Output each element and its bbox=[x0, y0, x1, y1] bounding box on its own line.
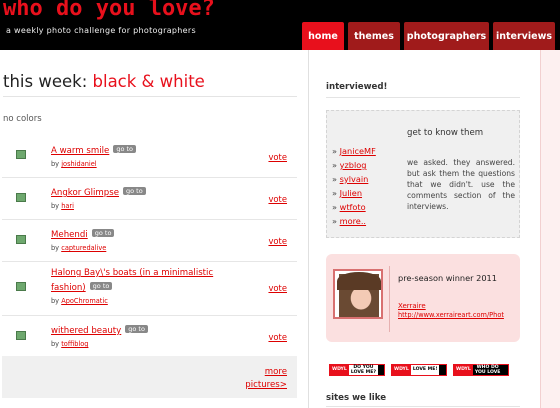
entry-byline: by capturedalive bbox=[51, 244, 107, 252]
winner-url-link[interactable]: http://www.xerraireart.com/Phot bbox=[398, 311, 516, 319]
list-item: » Julien bbox=[332, 188, 363, 198]
badge-love-me[interactable]: WDYL LOVE ME! bbox=[391, 364, 447, 376]
author-link[interactable]: hari bbox=[61, 202, 74, 210]
vote-link[interactable]: vote bbox=[268, 152, 287, 162]
heading-divider bbox=[3, 96, 297, 97]
more-pictures-box: more pictures> bbox=[2, 356, 297, 398]
site-header: who do you love? a weekly photo challeng… bbox=[0, 0, 560, 50]
list-item: » sylvain bbox=[332, 174, 369, 184]
tab-home[interactable]: home bbox=[302, 22, 344, 50]
list-item: » yzblog bbox=[332, 160, 367, 170]
badge-text: LOVE ME! bbox=[410, 365, 440, 375]
goto-button[interactable]: go to bbox=[89, 282, 113, 290]
site-title[interactable]: who do you love? bbox=[3, 0, 215, 21]
photo-thumbnail[interactable] bbox=[16, 235, 26, 244]
interviewee-list: » JaniceMF » yzblog » sylvain » Julien »… bbox=[332, 144, 376, 228]
photo-thumbnail[interactable] bbox=[16, 282, 26, 291]
vote-link[interactable]: vote bbox=[268, 283, 287, 293]
get-to-know-title: get to know them bbox=[407, 128, 484, 138]
tab-interviews[interactable]: interviews bbox=[493, 22, 555, 50]
author-link[interactable]: capturedalive bbox=[61, 244, 106, 252]
interviewee-link[interactable]: sylvain bbox=[340, 174, 369, 184]
badge-text: WHO DO YOU LOVE bbox=[474, 365, 501, 375]
photo-thumbnail[interactable] bbox=[16, 150, 26, 159]
interviewed-divider bbox=[326, 97, 520, 98]
entry-title[interactable]: A warm smile go to bbox=[51, 145, 137, 156]
goto-button[interactable]: go to bbox=[113, 145, 137, 153]
interviewee-link[interactable]: JaniceMF bbox=[340, 146, 376, 156]
goto-button[interactable]: go to bbox=[91, 229, 115, 237]
column-divider bbox=[308, 50, 309, 408]
goto-button[interactable]: go to bbox=[125, 325, 148, 333]
winner-name-link[interactable]: Xerraire bbox=[398, 302, 426, 310]
sites-we-like-heading: sites we like bbox=[326, 393, 387, 403]
list-item: Halong Bay\'s boats (in a minimalistic f… bbox=[2, 262, 297, 316]
list-item: Mehendi go to by capturedalive vote bbox=[2, 220, 297, 262]
list-item: Angkor Glimpse go to by hari vote bbox=[2, 178, 297, 220]
goto-button[interactable]: go to bbox=[123, 187, 146, 195]
entry-title[interactable]: Halong Bay\'s boats (in a minimalistic bbox=[51, 268, 213, 278]
badge-tag: WDYL bbox=[392, 365, 411, 375]
author-link[interactable]: ApoChromatic bbox=[61, 297, 108, 305]
more-interviews-link[interactable]: more.. bbox=[340, 216, 366, 226]
entry-title[interactable]: withered beauty go to bbox=[51, 325, 148, 336]
interviewee-link[interactable]: yzblog bbox=[340, 160, 367, 170]
entry-byline: by ApoChromatic bbox=[51, 297, 108, 305]
page: who do you love? a weekly photo challeng… bbox=[0, 0, 560, 408]
badge-text: DO YOU LOVE ME? bbox=[348, 365, 379, 375]
portrait-hair bbox=[337, 272, 381, 290]
more-pictures-link[interactable]: more pictures> bbox=[245, 366, 287, 392]
interviewee-link[interactable]: Julien bbox=[340, 188, 362, 198]
author-link[interactable]: joshidaniel bbox=[61, 160, 96, 168]
photo-thumbnail[interactable] bbox=[16, 193, 26, 202]
vote-link[interactable]: vote bbox=[268, 236, 287, 246]
tab-themes[interactable]: themes bbox=[348, 22, 400, 50]
vote-link[interactable]: vote bbox=[268, 194, 287, 204]
entry-title[interactable]: Mehendi go to bbox=[51, 229, 115, 240]
entry-byline: by toffiblog bbox=[51, 340, 89, 348]
entry-title-continued[interactable]: fashion) go to bbox=[51, 282, 113, 293]
right-panel-edge bbox=[540, 50, 560, 408]
get-to-know-text: we asked. they answered. but ask them th… bbox=[407, 158, 515, 211]
sites-divider bbox=[326, 406, 520, 407]
badge-tag: WDYL bbox=[330, 365, 349, 375]
winner-box: pre-season winner 2011 Xerraire http://w… bbox=[326, 254, 520, 342]
badge-tag: WDYL bbox=[454, 365, 473, 375]
heading-prefix: this week: bbox=[3, 72, 88, 91]
tab-photographers[interactable]: photographers bbox=[404, 22, 489, 50]
theme-description: no colors bbox=[3, 114, 42, 124]
interview-box: » JaniceMF » yzblog » sylvain » Julien »… bbox=[326, 110, 520, 238]
interviewed-heading: interviewed! bbox=[326, 82, 388, 92]
badge-do-you-love-me[interactable]: WDYL DO YOU LOVE ME? bbox=[329, 364, 385, 376]
main-column: this week: black & white no colors A war… bbox=[0, 50, 302, 408]
page-title: this week: black & white bbox=[3, 72, 205, 91]
winner-title: pre-season winner 2011 bbox=[398, 273, 497, 283]
author-link[interactable]: toffiblog bbox=[61, 340, 88, 348]
entry-title[interactable]: Angkor Glimpse go to bbox=[51, 187, 146, 198]
list-item: » more.. bbox=[332, 216, 367, 226]
entry-byline: by hari bbox=[51, 202, 74, 210]
winner-divider bbox=[389, 266, 390, 332]
list-item: » wtfoto bbox=[332, 202, 366, 212]
list-item: » JaniceMF bbox=[332, 146, 376, 156]
site-tagline: a weekly photo challenge for photographe… bbox=[6, 26, 196, 35]
winner-photo[interactable] bbox=[333, 269, 383, 319]
vote-link[interactable]: vote bbox=[268, 332, 287, 342]
theme-name: black & white bbox=[92, 72, 205, 91]
badge-who-do-you-love[interactable]: WDYL WHO DO YOU LOVE bbox=[453, 364, 509, 376]
list-item: A warm smile go to by joshidaniel vote bbox=[2, 134, 297, 178]
list-item: withered beauty go to by toffiblog vote bbox=[2, 316, 297, 356]
interviewee-link[interactable]: wtfoto bbox=[340, 202, 366, 212]
photo-thumbnail[interactable] bbox=[16, 331, 26, 340]
entry-byline: by joshidaniel bbox=[51, 160, 97, 168]
